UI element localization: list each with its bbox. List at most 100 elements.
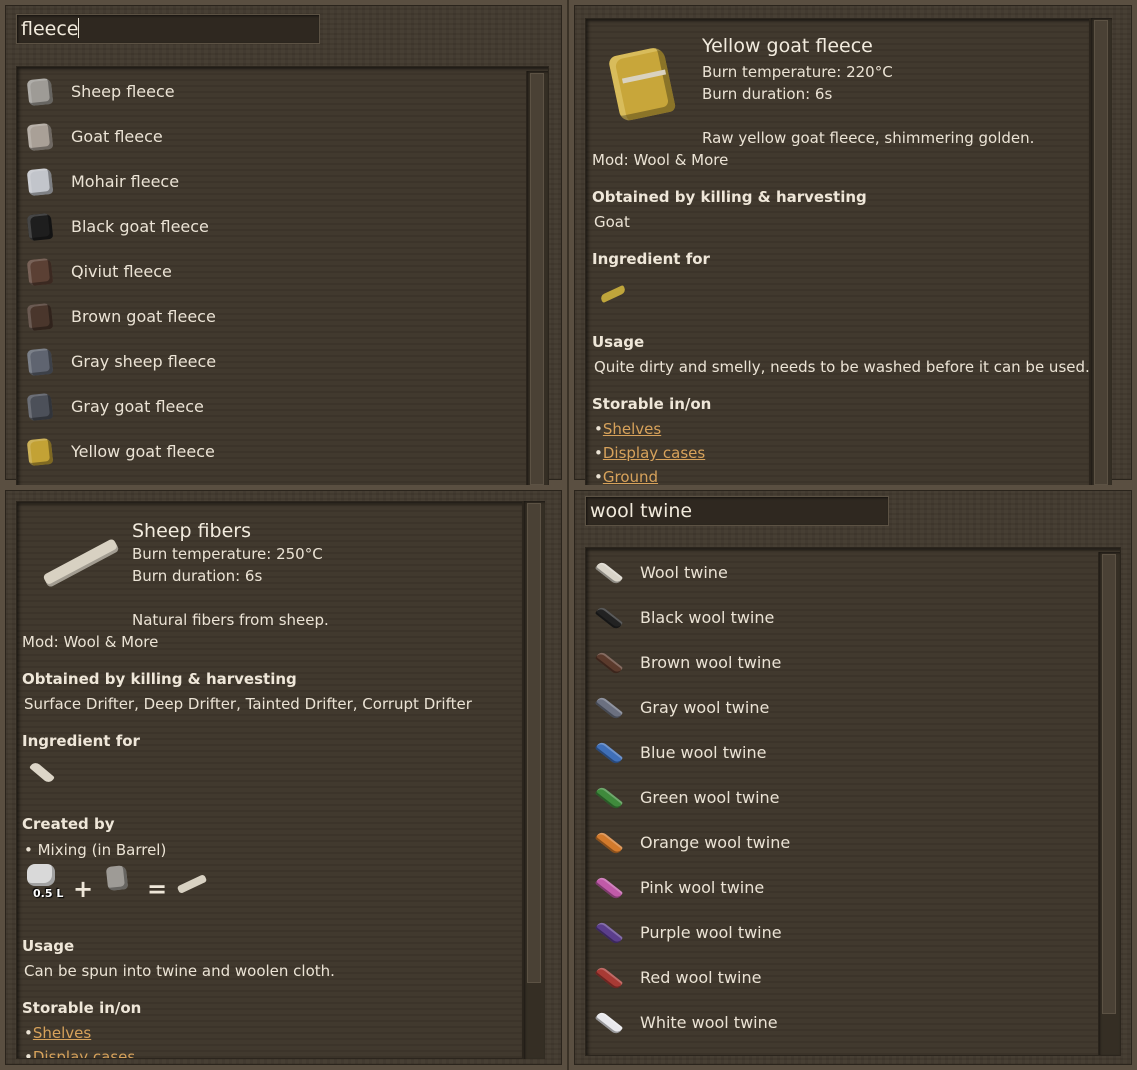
list-item[interactable]: Black goat fleece [25, 204, 209, 249]
detail-scrollbar[interactable] [1090, 18, 1112, 490]
list-item[interactable]: Gray goat fleece [25, 384, 204, 429]
item-icon-slot [25, 437, 55, 467]
list-item-label: Pink wool twine [640, 878, 765, 897]
item-detail-pane: Yellow goat fleece Burn temperature: 220… [569, 0, 1137, 490]
search-input[interactable]: fleece [16, 14, 320, 44]
list-item-label: Black goat fleece [71, 217, 209, 236]
list-item[interactable]: Orange wool twine [594, 820, 790, 865]
list-scrollbar[interactable] [1098, 552, 1120, 1055]
twine-icon [594, 649, 624, 676]
list-item[interactable]: Yellow goat fleece [25, 429, 215, 474]
sheep-fibers-icon [42, 538, 120, 588]
search-input[interactable]: wool twine [585, 496, 889, 526]
yellow-twine-ingredient-icon[interactable] [599, 284, 627, 304]
fleece-icon [26, 122, 54, 151]
list-item-label: Wool twine [640, 563, 728, 582]
twine-search-pane: wool twine Wool twine Black wool twine Bro… [569, 485, 1137, 1070]
twine-icon [594, 604, 624, 631]
list-item[interactable]: Wool twine [594, 550, 728, 595]
fleece-icon [26, 167, 54, 196]
list-item[interactable]: Sheep fleece [25, 69, 175, 114]
sheep-fibers-result-icon[interactable] [176, 874, 208, 894]
obtained-value: Surface Drifter, Deep Drifter, Tainted D… [24, 695, 472, 713]
list-item-label: Gray sheep fleece [71, 352, 217, 371]
mod-label: Mod: Wool & More [592, 151, 729, 169]
item-icon-slot [25, 347, 55, 377]
storable-heading: Storable in/on [592, 395, 712, 413]
list-item[interactable]: White wool twine [594, 1000, 778, 1045]
twine-icon [594, 874, 624, 901]
storable-link-display-cases[interactable]: Display cases [603, 444, 705, 462]
item-list[interactable]: Sheep fleece Goat fleece Mohair fleece Blac… [16, 66, 549, 491]
search-input-value: wool twine [590, 500, 693, 522]
list-item-label: Gray wool twine [640, 698, 770, 717]
scroll-thumb[interactable] [530, 73, 544, 485]
scroll-thumb[interactable] [1094, 20, 1108, 485]
item-list[interactable]: Wool twine Black wool twine Brown wool twi… [585, 547, 1121, 1056]
list-item[interactable]: Green wool twine [594, 775, 780, 820]
item-icon-slot [594, 1008, 624, 1038]
item-icon-slot [25, 122, 55, 152]
list-item[interactable]: Goat fleece [25, 114, 163, 159]
storable-item: •Display cases [594, 444, 706, 462]
storable-link-display-cases[interactable]: Display cases [33, 1048, 135, 1058]
wool-twine-ingredient-icon[interactable] [29, 760, 55, 785]
ingredient-heading: Ingredient for [22, 732, 140, 750]
item-title: Sheep fibers [132, 520, 252, 542]
list-item[interactable]: Brown goat fleece [25, 294, 216, 339]
list-item[interactable]: Black wool twine [594, 595, 774, 640]
item-detail-pane: Sheep fibers Burn temperature: 250°C Bur… [0, 485, 567, 1070]
burn-temperature: Burn temperature: 250°C [132, 545, 323, 563]
item-icon-slot [594, 963, 624, 993]
list-item[interactable]: Gray wool twine [594, 685, 769, 730]
twine-icon [594, 919, 624, 946]
item-icon-slot [25, 212, 55, 242]
list-item[interactable]: Blue wool twine [594, 730, 766, 775]
list-item[interactable]: Red wool twine [594, 955, 761, 1000]
list-item[interactable]: Qiviut fleece [25, 249, 172, 294]
sheep-fleece-icon[interactable] [105, 865, 129, 891]
item-icon-slot [594, 603, 624, 633]
list-item[interactable]: Purple wool twine [594, 910, 782, 955]
fleece-icon [26, 77, 54, 106]
fleece-icon [26, 212, 54, 241]
detail-panel: Yellow goat fleece Burn temperature: 220… [585, 18, 1090, 490]
item-title: Yellow goat fleece [702, 35, 873, 57]
recipe-equals: = [147, 875, 168, 903]
fleece-icon [26, 437, 54, 466]
list-item[interactable]: Mohair fleece [25, 159, 179, 204]
list-item-label: Goat fleece [71, 127, 163, 146]
storable-item: •Shelves [24, 1024, 92, 1042]
search-input-value: fleece [21, 18, 79, 40]
burn-temperature: Burn temperature: 220°C [702, 63, 893, 81]
twine-icon [594, 964, 624, 991]
storable-link-shelves[interactable]: Shelves [33, 1024, 91, 1042]
list-item-label: Orange wool twine [640, 833, 791, 852]
list-item[interactable]: Pink wool twine [594, 865, 764, 910]
burn-duration: Burn duration: 6s [702, 85, 833, 103]
storable-link-shelves[interactable]: Shelves [603, 420, 661, 438]
scroll-thumb[interactable] [527, 503, 541, 983]
list-item-label: Brown wool twine [640, 653, 782, 672]
list-item-label: Mohair fleece [71, 172, 180, 191]
created-by-heading: Created by [22, 815, 115, 833]
list-item-label: Sheep fleece [71, 82, 175, 101]
list-scrollbar[interactable] [526, 71, 548, 491]
usage-value: Can be spun into twine and woolen cloth. [24, 962, 335, 980]
item-icon-slot [594, 738, 624, 768]
water-portion-icon[interactable] [27, 864, 55, 886]
text-caret [78, 18, 80, 38]
list-item-label: Purple wool twine [640, 923, 782, 942]
storable-link-ground[interactable]: Ground [603, 468, 658, 486]
twine-icon [594, 559, 624, 586]
recipe-plus: + [73, 875, 94, 903]
fleece-icon [26, 257, 54, 286]
created-method: • Mixing (in Barrel) [24, 841, 167, 859]
list-item[interactable]: Gray sheep fleece [25, 339, 216, 384]
detail-scrollbar[interactable] [523, 501, 545, 1059]
list-item[interactable]: Brown wool twine [594, 640, 781, 685]
obtained-heading: Obtained by killing & harvesting [22, 670, 297, 688]
item-icon-slot [594, 648, 624, 678]
scroll-thumb[interactable] [1102, 554, 1116, 1014]
list-item-label: Black wool twine [640, 608, 775, 627]
